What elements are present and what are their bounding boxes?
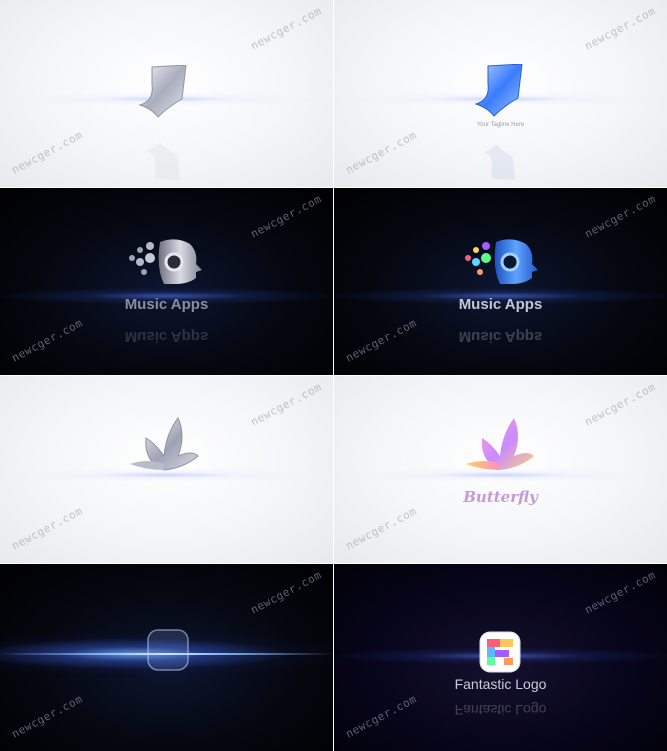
panel-6: Butterfly newcger.com newcger.com: [334, 376, 667, 563]
watermark: newcger.com: [248, 4, 324, 53]
watermark: newcger.com: [582, 568, 658, 617]
music-head-icon: [465, 239, 538, 284]
watermark: newcger.com: [9, 692, 85, 741]
watermark: newcger.com: [582, 4, 658, 53]
watermark: newcger.com: [343, 504, 419, 553]
watermark: newcger.com: [248, 568, 324, 617]
logo-caption: Music Apps: [458, 296, 543, 313]
watermark: newcger.com: [582, 192, 658, 241]
panel-4: Music Apps Music Apps newcger.com newcge…: [334, 188, 667, 375]
panel-1: newcger.com newcger.com: [0, 0, 333, 187]
watermark: newcger.com: [9, 128, 85, 177]
watermark: newcger.com: [343, 128, 419, 177]
watermark: newcger.com: [582, 380, 658, 429]
watermark: newcger.com: [248, 192, 324, 241]
logo-caption: Fantastic Logo: [454, 676, 547, 692]
panel-2: Your Tagline Here newcger.com newcger.co…: [334, 0, 667, 187]
bird-logo-icon: [474, 64, 523, 117]
square-f-icon: [479, 631, 521, 673]
preview-grid: newcger.com newcger.com Your Tagline Her…: [0, 0, 667, 751]
bird-logo-reflection: [146, 142, 180, 180]
butterfly-icon: [130, 417, 199, 471]
tagline: Your Tagline Here: [476, 122, 525, 128]
bird-logo-icon: [138, 65, 187, 118]
logo-caption: Butterfly: [463, 488, 538, 506]
bird-logo-reflection: [483, 144, 516, 180]
panel-5: newcger.com newcger.com: [0, 376, 333, 563]
watermark: newcger.com: [9, 504, 85, 553]
square-f-icon: [147, 629, 189, 671]
panel-8: Fantastic Logo Fantastic Logo newcger.co…: [334, 564, 667, 751]
panel-7: newcger.com newcger.com: [0, 564, 333, 751]
panel-3: Music Apps Music Apps newcger.com newcge…: [0, 188, 333, 375]
music-head-icon: [129, 239, 202, 284]
logo-caption: Music Apps: [124, 296, 209, 313]
watermark: newcger.com: [248, 380, 324, 429]
butterfly-icon: [466, 418, 534, 470]
